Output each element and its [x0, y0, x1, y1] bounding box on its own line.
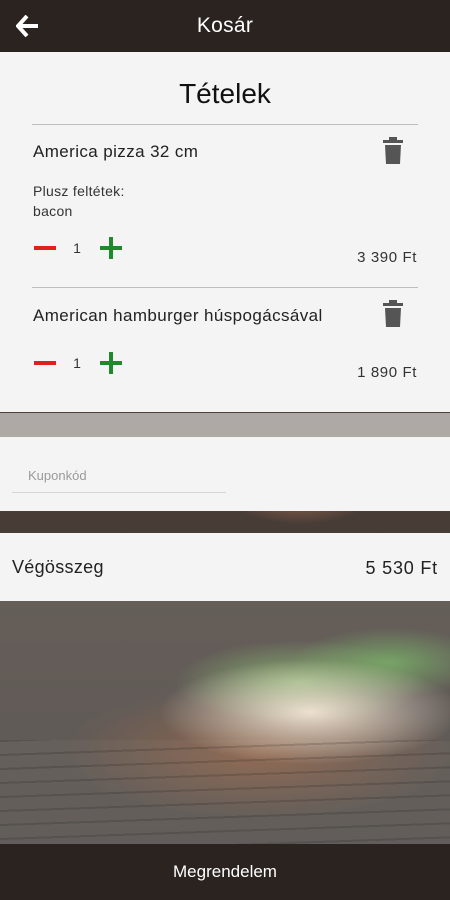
plus-icon [100, 352, 122, 374]
minus-icon [34, 246, 56, 250]
item-price: 3 390 Ft [357, 249, 417, 266]
back-button[interactable] [12, 10, 44, 42]
delete-item-button[interactable] [381, 137, 405, 165]
increase-quantity-button[interactable] [98, 350, 124, 376]
background-overlay [0, 413, 450, 437]
decrease-quantity-button[interactable] [32, 350, 58, 376]
item-price: 1 890 Ft [357, 364, 417, 381]
arrow-left-icon [16, 15, 38, 37]
plus-icon [100, 237, 122, 259]
app-header: Kosár [0, 0, 450, 52]
coupon-panel [0, 437, 450, 511]
cart-items-title: Tételek [179, 78, 271, 109]
item-extras-value: bacon [33, 203, 73, 219]
trash-icon [383, 137, 403, 164]
coupon-code-input[interactable] [12, 459, 226, 493]
item-name: America pizza 32 cm [33, 142, 199, 161]
item-extras-label: Plusz feltétek: [33, 183, 125, 199]
cart-items-panel: Tételek America pizza 32 cm Plusz feltét… [0, 52, 450, 412]
page-title: Kosár [196, 14, 254, 37]
order-button-label: Megrendelem [173, 862, 277, 881]
item-name: American hamburger húspogácsával [33, 306, 323, 325]
total-panel: Végösszeg 5 530 Ft [0, 533, 450, 601]
trash-icon [383, 300, 403, 327]
item-quantity: 1 [73, 240, 81, 256]
decrease-quantity-button[interactable] [32, 235, 58, 261]
item-quantity: 1 [73, 355, 81, 371]
divider [32, 287, 418, 288]
delete-item-button[interactable] [381, 300, 405, 328]
divider [32, 124, 418, 125]
minus-icon [34, 361, 56, 365]
total-value: 5 530 Ft [365, 558, 438, 578]
order-button[interactable]: Megrendelem [0, 844, 450, 900]
total-label: Végösszeg [12, 557, 104, 577]
background-overlay-lower [0, 601, 450, 844]
increase-quantity-button[interactable] [98, 235, 124, 261]
